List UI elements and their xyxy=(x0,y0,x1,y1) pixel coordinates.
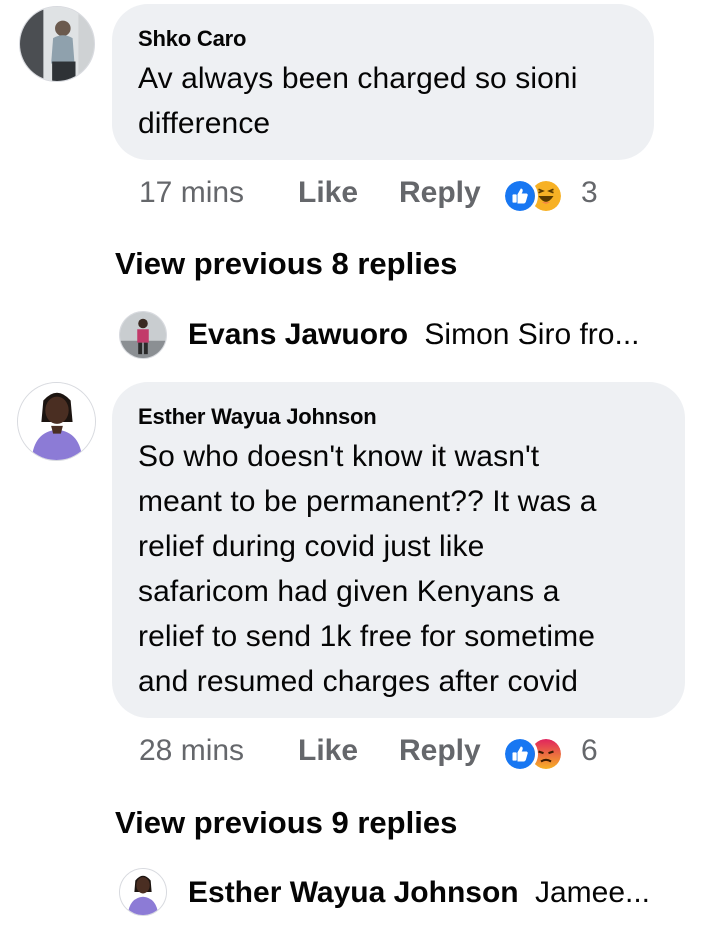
comment-text-line: Av always been charged so sioni xyxy=(138,62,578,95)
reply-author[interactable]: Evans Jawuoro xyxy=(188,318,408,351)
person-photo-icon xyxy=(20,7,94,81)
like-icon xyxy=(502,736,538,772)
latest-reply-preview[interactable]: Evans Jawuoro Simon Siro fro... xyxy=(188,318,640,352)
reply-button[interactable]: Reply xyxy=(399,176,481,210)
reply-author[interactable]: Esther Wayua Johnson xyxy=(188,876,519,909)
comment-text-line: relief during covid just like xyxy=(138,530,485,563)
reaction-summary[interactable] xyxy=(500,736,580,772)
comment-author[interactable]: Shko Caro xyxy=(138,26,246,52)
avatar-evans-jawuoro[interactable] xyxy=(119,311,167,359)
comment-text-line: difference xyxy=(138,107,271,140)
reply-snippet: Simon Siro fro... xyxy=(424,318,640,351)
person-photo-icon xyxy=(120,869,166,915)
comment-bubble[interactable]: Esther Wayua Johnson So who doesn't know… xyxy=(112,382,685,718)
person-photo-icon xyxy=(120,312,166,358)
avatar-esther-wayua-johnson[interactable] xyxy=(17,382,96,461)
comment-timestamp[interactable]: 28 mins xyxy=(139,734,244,768)
comment-text-line: So who doesn't know it wasn't xyxy=(138,440,540,473)
latest-reply-preview[interactable]: Esther Wayua Johnson Jamee... xyxy=(188,876,650,910)
comment-author[interactable]: Esther Wayua Johnson xyxy=(138,404,377,430)
comment-bubble[interactable]: Shko Caro Av always been charged so sion… xyxy=(112,4,654,160)
comment-timestamp[interactable]: 17 mins xyxy=(139,176,244,210)
reaction-count[interactable]: 6 xyxy=(581,734,598,768)
person-photo-icon xyxy=(18,383,95,460)
view-previous-replies[interactable]: View previous 9 replies xyxy=(115,805,457,841)
view-previous-replies[interactable]: View previous 8 replies xyxy=(115,246,457,282)
like-button[interactable]: Like xyxy=(298,176,358,210)
comment-text-line: safaricom had given Kenyans a xyxy=(138,575,560,608)
avatar-shko-caro[interactable] xyxy=(19,6,95,82)
reply-button[interactable]: Reply xyxy=(399,734,481,768)
avatar-esther-wayua-johnson-reply[interactable] xyxy=(119,868,167,916)
reaction-count[interactable]: 3 xyxy=(581,176,598,210)
comment-text-line: and resumed charges after covid xyxy=(138,665,579,698)
like-icon xyxy=(502,178,538,214)
like-button[interactable]: Like xyxy=(298,734,358,768)
comment-text-line: meant to be permanent?? It was a xyxy=(138,485,597,518)
comment-text-line: relief to send 1k free for sometime xyxy=(138,620,596,653)
reply-snippet: Jamee... xyxy=(534,876,651,909)
reaction-summary[interactable] xyxy=(500,178,580,214)
